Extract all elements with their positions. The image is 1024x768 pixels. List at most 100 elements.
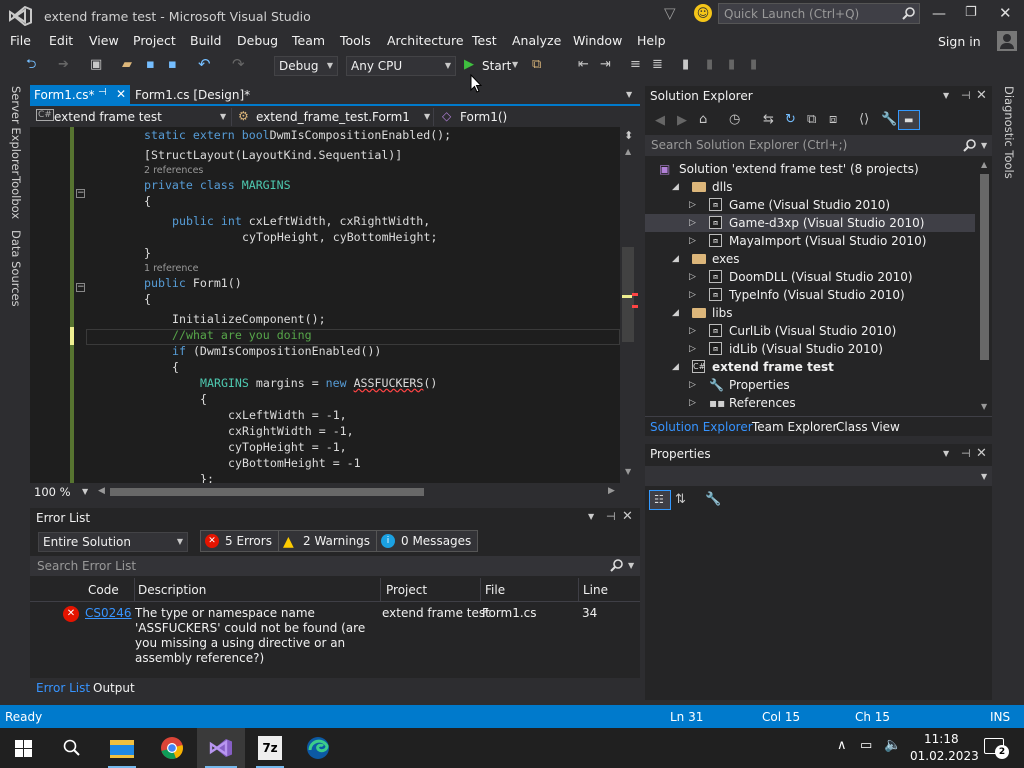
error-search-box[interactable]: Search Error List ▼ (30, 556, 640, 576)
search-icon[interactable] (963, 139, 976, 152)
undo-icon[interactable]: ↶ (198, 56, 211, 72)
chevron-down-icon[interactable]: ▼ (981, 141, 987, 150)
pending-changes-icon[interactable]: ◷ (729, 112, 740, 128)
collapsed-arrow-icon[interactable]: ▷ (689, 214, 696, 232)
prev-bookmark-icon[interactable]: ▮ (706, 57, 713, 73)
tab-team-explorer[interactable]: Team Explorer (752, 420, 838, 434)
table-row[interactable]: ✕ CS0246 The type or namespace name 'ASS… (30, 604, 640, 665)
member-dropdown[interactable]: ◇ Form1() (440, 108, 636, 126)
solution-tree-scrollbar[interactable]: ▲ ▼ (978, 160, 992, 414)
uncomment-icon[interactable]: ≣ (652, 57, 663, 73)
codelens-references[interactable]: 1 reference (144, 263, 198, 274)
error-code-link[interactable]: CS0246 (85, 606, 132, 620)
sign-in-link[interactable]: Sign in (938, 34, 981, 49)
clear-bookmarks-icon[interactable]: ▮ (750, 57, 757, 73)
zoom-level[interactable]: 100 % (34, 485, 71, 499)
expanded-arrow-icon[interactable]: ◢ (672, 178, 679, 196)
expanded-arrow-icon[interactable]: ◢ (672, 250, 679, 268)
network-icon[interactable]: ▭ (860, 738, 872, 753)
collapse-icon[interactable]: − (76, 283, 85, 292)
pin-icon[interactable]: ⊣ (961, 447, 971, 460)
code-line[interactable]: if (DwmIsCompositionEnabled()) (172, 343, 381, 359)
scroll-down-icon[interactable]: ▼ (981, 402, 987, 411)
forward-icon[interactable]: ▶ (677, 113, 687, 129)
taskbar-file-explorer[interactable] (110, 736, 134, 760)
tab-data-sources[interactable]: Data Sources (9, 230, 23, 307)
column-header-file[interactable]: File (485, 583, 505, 597)
step-into-icon[interactable]: ⇤ (578, 57, 589, 73)
tree-item[interactable]: ◢ dlls (645, 178, 975, 196)
tab-class-view[interactable]: Class View (836, 420, 900, 434)
platform-select[interactable]: Any CPU ▼ (346, 56, 456, 76)
pin-icon[interactable]: ⊣ (98, 87, 107, 98)
tree-item[interactable]: ▷ ⧈ TypeInfo (Visual Studio 2010) (645, 286, 975, 304)
code-line[interactable]: cxLeftWidth = -1, (228, 407, 347, 423)
show-all-files-icon[interactable]: ⧈ (829, 112, 837, 128)
close-panel-icon[interactable]: ✕ (976, 88, 987, 103)
pin-icon[interactable]: ⊣ (961, 89, 971, 102)
tree-item[interactable]: ▷ ⧈ DoomDLL (Visual Studio 2010) (645, 268, 975, 286)
class-dropdown[interactable]: ⚙ extend_frame_test.Form1 ▼ (236, 108, 434, 126)
code-line[interactable]: { (200, 391, 207, 407)
menu-window[interactable]: Window (573, 33, 622, 48)
scroll-up-icon[interactable]: ▲ (625, 147, 631, 156)
menu-file[interactable]: File (10, 33, 31, 48)
tree-item[interactable]: ▣ Solution 'extend frame test' (8 project… (645, 160, 975, 178)
tree-item[interactable]: ▷ 🔧 Properties (645, 376, 975, 394)
solution-search-box[interactable]: Search Solution Explorer (Ctrl+;) ▼ (645, 135, 992, 156)
code-line[interactable]: public Form1() (144, 275, 242, 291)
collapsed-arrow-icon[interactable]: ▷ (689, 340, 696, 358)
tree-item[interactable]: ▷ ⧈ Game-d3xp (Visual Studio 2010) (645, 214, 975, 232)
back-icon[interactable]: ◀ (655, 113, 665, 129)
tree-item[interactable]: ▷ ⧈ idLib (Visual Studio 2010) (645, 340, 975, 358)
warnings-filter-button[interactable]: ▲ 2 Warnings (278, 530, 378, 552)
code-line[interactable]: cyTopHeight, cyBottomHeight; (242, 229, 437, 245)
tree-item[interactable]: ▷ ⧈ MayaImport (Visual Studio 2010) (645, 232, 975, 250)
code-line[interactable]: MARGINS margins = new ASSFUCKERS() (200, 375, 437, 391)
next-bookmark-icon[interactable]: ▮ (728, 57, 735, 73)
code-line[interactable]: public int cxLeftWidth, cxRightWidth, (172, 213, 430, 229)
scroll-left-icon[interactable]: ◀ (98, 486, 105, 496)
windows-start-icon[interactable] (15, 740, 32, 757)
editor-vertical-scrollbar[interactable]: ⬍ ▲ ▼ (620, 127, 640, 483)
errors-filter-button[interactable]: ✕ 5 Errors (200, 530, 279, 552)
scope-select[interactable]: Entire Solution ▼ (38, 532, 188, 552)
code-line[interactable]: InitializeComponent(); (172, 311, 326, 327)
show-hidden-icons-icon[interactable]: ∧ (837, 738, 847, 753)
search-icon[interactable] (610, 559, 623, 572)
collapsed-arrow-icon[interactable]: ▷ (689, 286, 696, 304)
configuration-select[interactable]: Debug ▼ (274, 56, 338, 76)
filter-icon[interactable]: ▽ (664, 4, 676, 22)
menu-test[interactable]: Test (472, 33, 497, 48)
code-line[interactable]: }; (200, 471, 214, 483)
close-window-icon[interactable]: ✕ (999, 4, 1012, 22)
browser-link-icon[interactable]: ⧉ (532, 57, 541, 73)
redo-icon[interactable]: ↷ (232, 56, 245, 72)
menu-project[interactable]: Project (133, 33, 176, 48)
categorized-button[interactable]: ☷ (649, 490, 671, 510)
tree-item[interactable]: ◢ exes (645, 250, 975, 268)
properties-wrench-icon[interactable]: 🔧 (881, 112, 897, 128)
window-position-icon[interactable]: ▼ (588, 512, 594, 521)
collapsed-arrow-icon[interactable]: ▷ (689, 394, 696, 412)
feedback-smiley-icon[interactable]: ☺ (694, 4, 712, 22)
tree-item[interactable]: ▷ ⧈ Game (Visual Studio 2010) (645, 196, 975, 214)
clock-time[interactable]: 11:18 (924, 732, 959, 746)
minimize-icon[interactable]: — (932, 6, 946, 22)
tree-item[interactable]: ▷ ⧈ CurlLib (Visual Studio 2010) (645, 322, 975, 340)
menu-build[interactable]: Build (190, 33, 221, 48)
chevron-down-icon[interactable]: ▼ (628, 561, 634, 570)
restore-icon[interactable]: ❐ (965, 5, 977, 20)
volume-icon[interactable]: 🔈 (884, 737, 901, 753)
tree-item[interactable]: ◢ libs (645, 304, 975, 322)
menu-tools[interactable]: Tools (340, 33, 371, 48)
new-project-icon[interactable]: ▣ (90, 57, 102, 73)
scroll-up-icon[interactable]: ▲ (981, 160, 987, 169)
open-file-icon[interactable]: ▰ (122, 57, 132, 73)
code-line[interactable]: { (144, 291, 151, 307)
collapsed-arrow-icon[interactable]: ▷ (689, 376, 696, 394)
chrome-icon[interactable] (160, 736, 184, 760)
tab-solution-explorer[interactable]: Solution Explorer (650, 420, 753, 434)
split-icon[interactable]: ⬍ (624, 129, 633, 142)
user-avatar[interactable] (997, 31, 1017, 51)
